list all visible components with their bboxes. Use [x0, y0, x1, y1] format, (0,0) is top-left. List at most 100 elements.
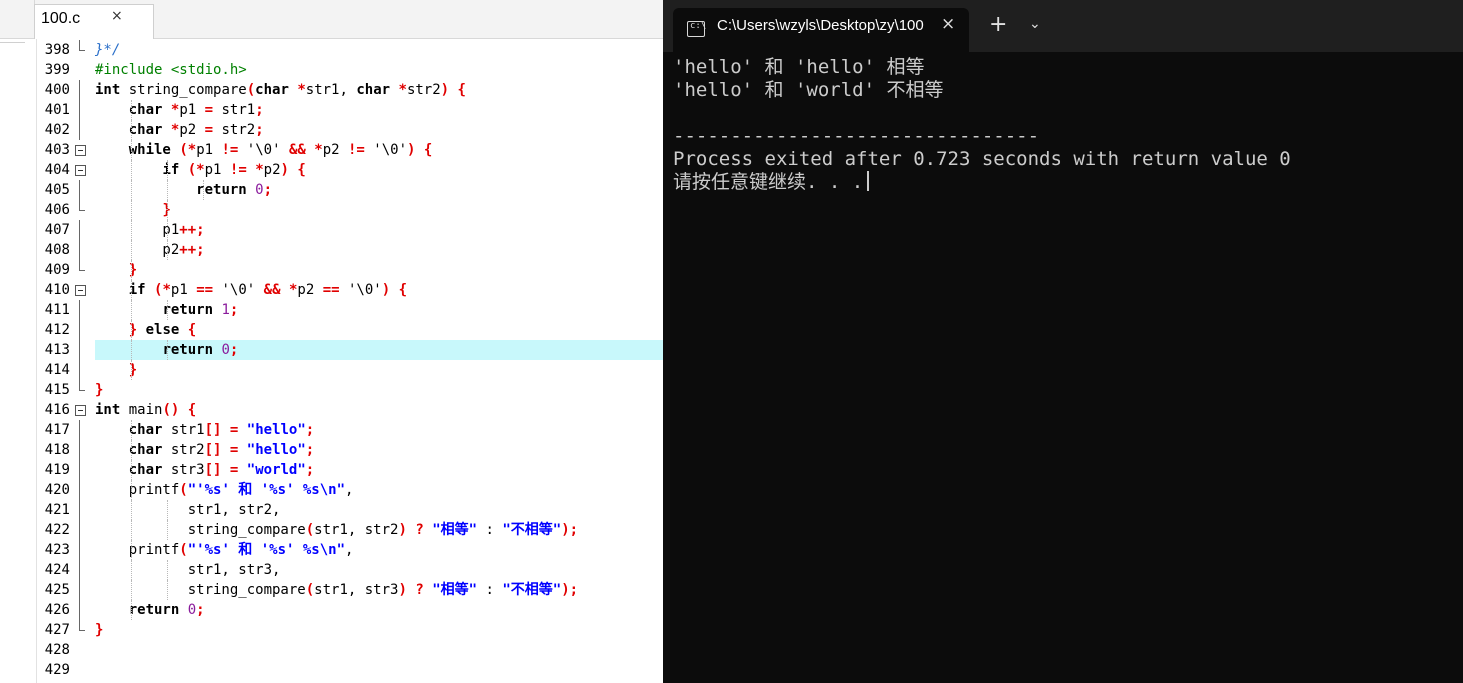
line-number: 418	[44, 442, 70, 458]
fold-end-marker	[73, 380, 93, 400]
code-line[interactable]: 405 return 0;	[36, 180, 663, 200]
fold-end-marker	[73, 40, 93, 60]
indent-guide	[131, 500, 132, 520]
indent-guide	[131, 120, 132, 140]
file-tab-100c[interactable]: 100.c ×	[34, 4, 154, 39]
output-prompt-line: 请按任意键继续. . .	[673, 171, 1453, 194]
indent-guide	[131, 220, 132, 240]
code-line[interactable]: 418 char str2[] = "hello";	[36, 440, 663, 460]
line-number: 402	[44, 122, 70, 138]
code-text: str1, str3,	[95, 560, 281, 580]
code-text: char str3[] = "world";	[128, 460, 315, 480]
fold-toggle-icon[interactable]	[73, 400, 93, 420]
line-number: 417	[44, 422, 70, 438]
line-number: 428	[44, 642, 70, 658]
output-line: 'hello' 和 'world' 不相等	[673, 79, 944, 101]
new-tab-button[interactable]: +	[989, 12, 1007, 37]
fold-line	[73, 100, 93, 120]
text-cursor	[867, 171, 870, 191]
fold-line	[73, 500, 93, 520]
indent-guide	[131, 280, 132, 300]
output-line: 'hello' 和 'hello' 相等	[673, 56, 925, 78]
code-text: char *p2 = str2;	[128, 120, 264, 140]
code-line[interactable]: 406 }	[36, 200, 663, 220]
close-icon[interactable]: ×	[941, 14, 955, 34]
code-line[interactable]: 412 } else {	[36, 320, 663, 340]
fold-toggle-icon[interactable]	[73, 160, 93, 180]
code-line[interactable]: 411 return 1;	[36, 300, 663, 320]
chevron-down-icon[interactable]: ⌄	[1029, 16, 1041, 32]
terminal-tab-title: C:\Users\wzyls\Desktop\zy\100.exe	[717, 17, 925, 34]
code-line[interactable]: 428	[36, 640, 663, 660]
code-text: } else {	[128, 320, 197, 340]
code-line[interactable]: 409 }	[36, 260, 663, 280]
code-line[interactable]: 407 p1++;	[36, 220, 663, 240]
indent-guide	[131, 560, 132, 580]
code-line[interactable]: 416 int main() {	[36, 400, 663, 420]
code-line[interactable]: 399 #include <stdio.h>	[36, 60, 663, 80]
line-number: 399	[44, 62, 70, 78]
fold-line	[73, 560, 93, 580]
code-line[interactable]: 402 char *p2 = str2;	[36, 120, 663, 140]
indent-guide	[131, 440, 132, 460]
code-line[interactable]: 423 printf("'%s' 和 '%s' %s\n",	[36, 540, 663, 560]
code-line[interactable]: 403 while (*p1 != '\0' && *p2 != '\0') {	[36, 140, 663, 160]
code-line[interactable]: 408 p2++;	[36, 240, 663, 260]
code-line[interactable]: 421 str1, str2,	[36, 500, 663, 520]
fold-toggle-icon[interactable]	[73, 140, 93, 160]
close-icon[interactable]: ×	[111, 8, 123, 24]
fold-line	[73, 480, 93, 500]
line-number: 400	[44, 82, 70, 98]
code-line[interactable]: 422 string_compare(str1, str2) ? "相等" : …	[36, 520, 663, 540]
code-line[interactable]: 410 if (*p1 == '\0' && *p2 == '\0') {	[36, 280, 663, 300]
line-number: 407	[44, 222, 70, 238]
code-line[interactable]: 425 string_compare(str1, str3) ? "相等" : …	[36, 580, 663, 600]
code-text: char str2[] = "hello";	[128, 440, 315, 460]
code-line[interactable]: 420 printf("'%s' 和 '%s' %s\n",	[36, 480, 663, 500]
line-number: 410	[44, 282, 70, 298]
line-number: 403	[44, 142, 70, 158]
code-text: return 0;	[95, 340, 663, 360]
fold-end-marker	[73, 620, 93, 640]
file-tab-label: 100.c	[41, 10, 81, 27]
code-line[interactable]: 414 }	[36, 360, 663, 380]
code-line[interactable]: 427}	[36, 620, 663, 640]
indent-guide	[167, 220, 168, 240]
code-line[interactable]: 404 if (*p1 != *p2) {	[36, 160, 663, 180]
indent-guide	[131, 520, 132, 540]
code-line[interactable]: 401 char *p1 = str1;	[36, 100, 663, 120]
fold-end-marker	[73, 260, 93, 280]
indent-guide	[131, 420, 132, 440]
indent-guide	[131, 240, 132, 260]
code-text: printf("'%s' 和 '%s' %s\n",	[95, 540, 354, 560]
indent-guide	[131, 460, 132, 480]
terminal-tab[interactable]: c:\ C:\Users\wzyls\Desktop\zy\100.exe ×	[673, 8, 969, 52]
code-line[interactable]: 417 char str1[] = "hello";	[36, 420, 663, 440]
fold-line	[73, 340, 93, 360]
code-line[interactable]: 398}*/	[36, 40, 663, 60]
code-line[interactable]: 400 int string_compare(char *str1, char *…	[36, 80, 663, 100]
code-line[interactable]: 429	[36, 660, 663, 680]
code-text: printf("'%s' 和 '%s' %s\n",	[95, 480, 354, 500]
terminal-window: c:\ C:\Users\wzyls\Desktop\zy\100.exe × …	[663, 0, 1463, 683]
fold-line	[73, 420, 93, 440]
code-text: while (*p1 != '\0' && *p2 != '\0') {	[128, 140, 433, 160]
terminal-output[interactable]: 'hello' 和 'hello' 相等 'hello' 和 'world' 不…	[673, 56, 1453, 194]
fold-line	[73, 600, 93, 620]
code-text: int string_compare(char *str1, char *str…	[95, 82, 466, 98]
code-area[interactable]: 398}*/ 399 #include <stdio.h> 400 int string…	[36, 40, 663, 683]
code-line[interactable]: 415}	[36, 380, 663, 400]
code-line[interactable]: 419 char str3[] = "world";	[36, 460, 663, 480]
code-line[interactable]: 426 return 0;	[36, 600, 663, 620]
fold-toggle-icon[interactable]	[73, 280, 93, 300]
line-number: 405	[44, 182, 70, 198]
fold-line	[73, 460, 93, 480]
fold-line	[73, 180, 93, 200]
terminal-tab-bar: c:\ C:\Users\wzyls\Desktop\zy\100.exe × …	[663, 0, 1463, 52]
code-line[interactable]: 413 return 0;	[36, 340, 663, 360]
code-line[interactable]: 424 str1, str3,	[36, 560, 663, 580]
fold-line	[73, 580, 93, 600]
code-text: if (*p1 == '\0' && *p2 == '\0') {	[128, 280, 408, 300]
